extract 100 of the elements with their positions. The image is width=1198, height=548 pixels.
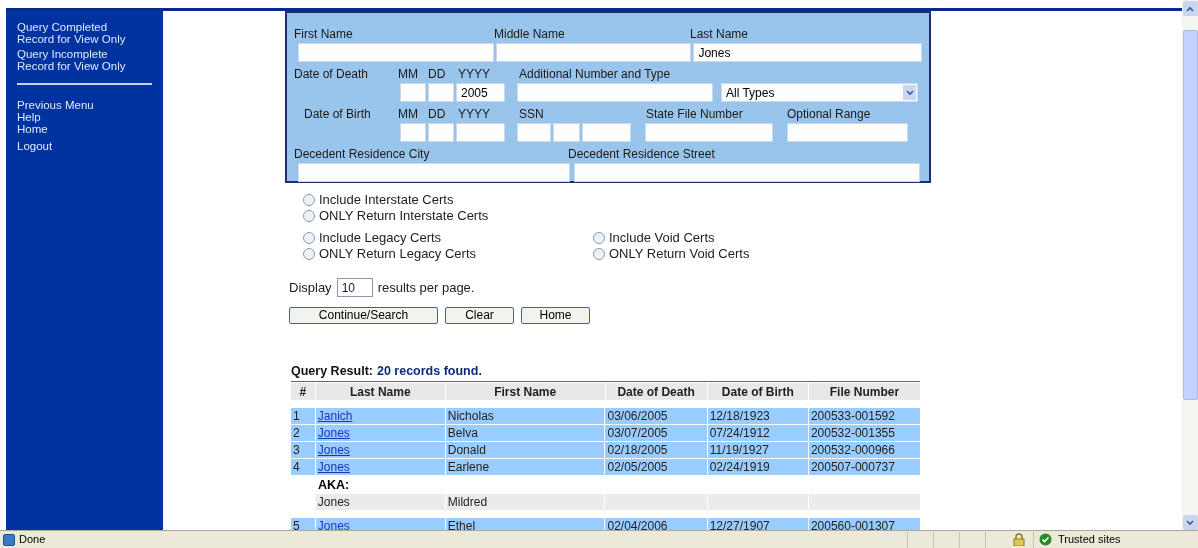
input-field[interactable] (456, 123, 505, 142)
input-field[interactable]: Jones (693, 43, 922, 62)
table-cell: Belva (445, 425, 605, 442)
scroll-down-icon[interactable] (1182, 515, 1198, 530)
radio-label: Include Void Certs (609, 228, 715, 247)
input-field[interactable] (400, 83, 426, 102)
table-cell: 2 (291, 425, 315, 442)
sidebar-link[interactable]: Logout (17, 140, 139, 152)
input-field[interactable] (517, 123, 551, 142)
sidebar-link[interactable]: Previous Menu (17, 99, 139, 111)
table-cell: 4 (291, 459, 315, 476)
radio-label: ONLY Return Void Certs (609, 244, 750, 263)
status-text: Done (19, 532, 47, 548)
padlock-icon (1013, 533, 1025, 546)
input-field[interactable] (517, 83, 713, 102)
field-label: First Name (294, 26, 354, 43)
input-field[interactable] (553, 123, 580, 142)
radio-label: Include Legacy Certs (319, 228, 442, 247)
form-button[interactable]: Home (521, 306, 590, 324)
radio-label: ONLY Return Interstate Certs (319, 206, 489, 225)
record-link-cell[interactable]: Jones (315, 459, 445, 476)
record-link-cell[interactable]: Jones (315, 442, 445, 459)
record-link-cell[interactable]: Jones (315, 518, 445, 530)
table-cell: 02/18/2005 (605, 442, 707, 459)
table-cell: 1 (291, 408, 315, 425)
field-label: MM (398, 66, 419, 83)
table-cell: Jones (315, 494, 445, 511)
scroll-up-icon[interactable] (1182, 1, 1198, 16)
table-cell: Nicholas (445, 408, 605, 425)
field-label: DD (428, 66, 447, 83)
security-zone-text: Trusted sites (1058, 532, 1121, 548)
table-cell: Mildred (445, 494, 605, 511)
table-cell: 200560-001307 (808, 518, 920, 530)
radio-button[interactable] (303, 193, 315, 206)
table-cell: 200532-000966 (808, 442, 920, 459)
column-header: # (291, 383, 315, 401)
page-icon (3, 533, 15, 546)
input-field[interactable] (582, 123, 631, 142)
record-link-cell[interactable]: Jones (315, 425, 445, 442)
query-result-label: Query Result: (291, 362, 373, 380)
sidebar-link[interactable]: Query Completed Record for View Only (17, 21, 139, 45)
table-cell: Earlene (445, 459, 605, 476)
input-field[interactable] (428, 123, 454, 142)
form-button[interactable]: Clear (445, 306, 514, 324)
field-label: Middle Name (494, 26, 566, 43)
table-cell: 12/18/1923 (707, 408, 808, 425)
radio-button[interactable] (303, 247, 315, 260)
table-cell: 200532-001355 (808, 425, 920, 442)
table-cell: 3 (291, 442, 315, 459)
field-label: Date of Birth (303, 106, 372, 123)
display-label: results per page. (377, 279, 475, 297)
column-header: First Name (445, 383, 605, 401)
input-field[interactable] (298, 43, 494, 62)
column-header: Date of Birth (707, 383, 808, 401)
input-field[interactable] (574, 163, 920, 182)
field-label: YYYY (458, 66, 491, 83)
table-cell: 02/04/2006 (605, 518, 707, 530)
field-label: DD (428, 106, 447, 123)
radio-label: Include Interstate Certs (319, 190, 454, 209)
scrollbar[interactable] (1182, 0, 1198, 530)
field-label: Decedent Residence City (294, 146, 431, 163)
table-cell: 07/24/1912 (707, 425, 808, 442)
radio-button[interactable] (593, 231, 605, 244)
record-link-cell[interactable]: Janich (315, 408, 445, 425)
field-label: Date of Death (294, 66, 370, 83)
sidebar-link[interactable]: Help (17, 111, 139, 123)
input-field[interactable] (495, 43, 692, 62)
scroll-thumb[interactable] (1182, 30, 1198, 400)
table-cell: 02/24/1919 (707, 459, 808, 476)
field-label: MM (398, 106, 419, 123)
field-label: YYYY (458, 106, 491, 123)
field-label: Additional Number and Type (519, 66, 671, 83)
input-field[interactable] (645, 123, 773, 142)
input-field[interactable] (787, 123, 908, 142)
radio-button[interactable] (593, 247, 605, 260)
input-field[interactable]: 2005 (456, 83, 505, 102)
table-cell: Donald (445, 442, 605, 459)
column-header: Last Name (315, 383, 445, 401)
input-field[interactable] (428, 83, 454, 102)
table-cell: 12/27/1907 (707, 518, 808, 530)
input-field[interactable] (400, 123, 426, 142)
field-label: Decedent Residence Street (568, 146, 715, 163)
input-field[interactable] (298, 163, 570, 182)
form-button[interactable]: Continue/Search (289, 306, 438, 324)
type-dropdown[interactable]: All Types (721, 83, 918, 102)
aka-label: AKA: (318, 476, 350, 494)
column-header: Date of Death (605, 383, 707, 401)
field-label: Optional Range (787, 106, 871, 123)
results-per-page-field[interactable]: 10 (336, 278, 373, 298)
column-header: File Number (808, 383, 920, 401)
radio-label: ONLY Return Legacy Certs (319, 245, 477, 263)
table-cell: 02/05/2005 (605, 459, 707, 476)
sidebar-link[interactable]: Query Incomplete Record for View Only (17, 48, 139, 72)
table-cell: 03/07/2005 (605, 425, 707, 442)
sidebar-link[interactable]: Home (17, 123, 139, 135)
table-cell: Ethel (445, 518, 605, 530)
table-cell: 5 (291, 518, 315, 530)
radio-button[interactable] (303, 209, 315, 222)
radio-button[interactable] (303, 231, 315, 244)
table-cell: 200507-000737 (808, 459, 920, 476)
